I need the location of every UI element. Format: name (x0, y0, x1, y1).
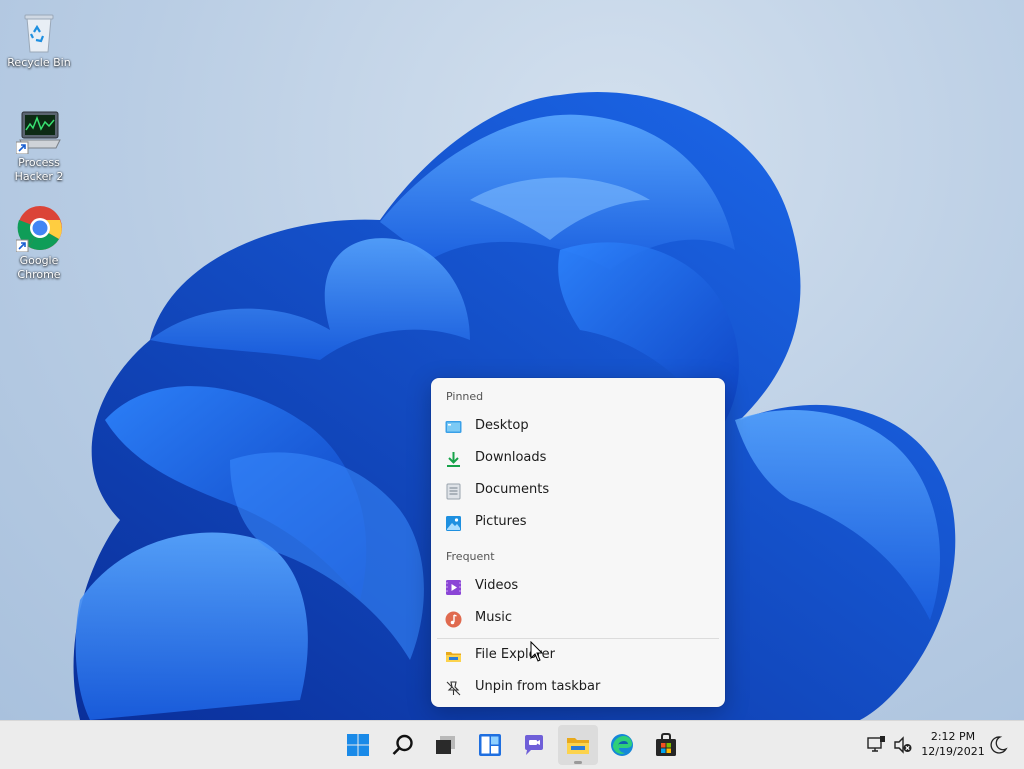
desktop-icon-google-chrome[interactable]: Google Chrome (4, 204, 74, 282)
clock-time: 2:12 PM (930, 730, 976, 743)
pictures-icon (446, 516, 461, 531)
jump-item-label: Videos (475, 578, 519, 593)
file-explorer-jump-list: Pinned Desktop Downloads Documents Pictu… (431, 378, 725, 707)
jump-item-videos[interactable]: Videos (437, 572, 719, 602)
desktop[interactable]: Recycle Bin Process Hacker 2 Google Chro… (0, 0, 1024, 720)
store-icon (656, 733, 676, 756)
search-icon (392, 734, 413, 755)
recycle-bin-icon (24, 14, 54, 53)
task-view-button[interactable] (426, 725, 466, 765)
unpin-icon (446, 681, 461, 696)
widgets-icon (479, 734, 501, 756)
desktop-icon-process-hacker[interactable]: Process Hacker 2 (4, 108, 74, 184)
process-hacker-icon (16, 111, 61, 154)
jump-item-downloads[interactable]: Downloads (437, 444, 719, 474)
search-button[interactable] (383, 725, 423, 765)
file-explorer-taskbar-button[interactable] (558, 725, 598, 765)
downloads-icon (447, 452, 460, 467)
focus-assist-moon-icon[interactable] (988, 735, 1008, 755)
teams-chat-icon (525, 735, 543, 755)
desktop-icon-label: Hacker 2 (14, 170, 64, 183)
jump-item-desktop[interactable]: Desktop (437, 412, 719, 442)
jump-item-label: Documents (475, 482, 550, 497)
desktop-icon-label: Chrome (17, 268, 61, 281)
jump-item-label: Desktop (475, 418, 529, 433)
jump-list-divider (437, 638, 719, 639)
jump-action-file-explorer[interactable]: File Explorer (437, 641, 719, 671)
desktop-icon-label: Process (18, 156, 60, 169)
store-button[interactable] (646, 725, 686, 765)
jump-action-unpin[interactable]: Unpin from taskbar (437, 673, 719, 703)
jump-item-label: Music (475, 610, 512, 625)
task-view-icon (436, 736, 455, 754)
jump-item-documents[interactable]: Documents (437, 476, 719, 506)
jump-item-label: Unpin from taskbar (475, 679, 601, 694)
pinned-header: Pinned (446, 390, 484, 403)
jump-item-label: Pictures (475, 514, 527, 529)
chat-button[interactable] (514, 725, 554, 765)
start-button[interactable] (338, 725, 378, 765)
jump-item-pictures[interactable]: Pictures (437, 508, 719, 538)
volume-muted-icon[interactable] (893, 735, 913, 755)
desktop-icon-label: Google (19, 254, 59, 267)
mouse-cursor-icon (530, 641, 544, 662)
network-icon[interactable] (866, 735, 886, 755)
videos-icon (446, 580, 461, 595)
jump-item-music[interactable]: Music (437, 604, 719, 634)
clock[interactable]: 2:12 PM 12/19/2021 (916, 729, 990, 759)
desktop-icon-label: Recycle Bin (7, 56, 71, 69)
file-explorer-icon (446, 652, 461, 662)
documents-icon (446, 483, 461, 500)
clock-date: 12/19/2021 (921, 745, 985, 758)
taskbar: 2:12 PM 12/19/2021 (0, 720, 1024, 769)
file-explorer-icon (567, 738, 589, 754)
music-icon (445, 611, 462, 628)
frequent-header: Frequent (446, 550, 495, 563)
edge-button[interactable] (602, 725, 642, 765)
edge-icon (611, 734, 633, 756)
windows-logo-icon (347, 734, 369, 756)
widgets-button[interactable] (470, 725, 510, 765)
desktop-folder-icon (445, 421, 462, 433)
jump-item-label: Downloads (475, 450, 547, 465)
desktop-icon-recycle-bin[interactable]: Recycle Bin (4, 10, 74, 70)
chrome-icon (16, 206, 62, 252)
